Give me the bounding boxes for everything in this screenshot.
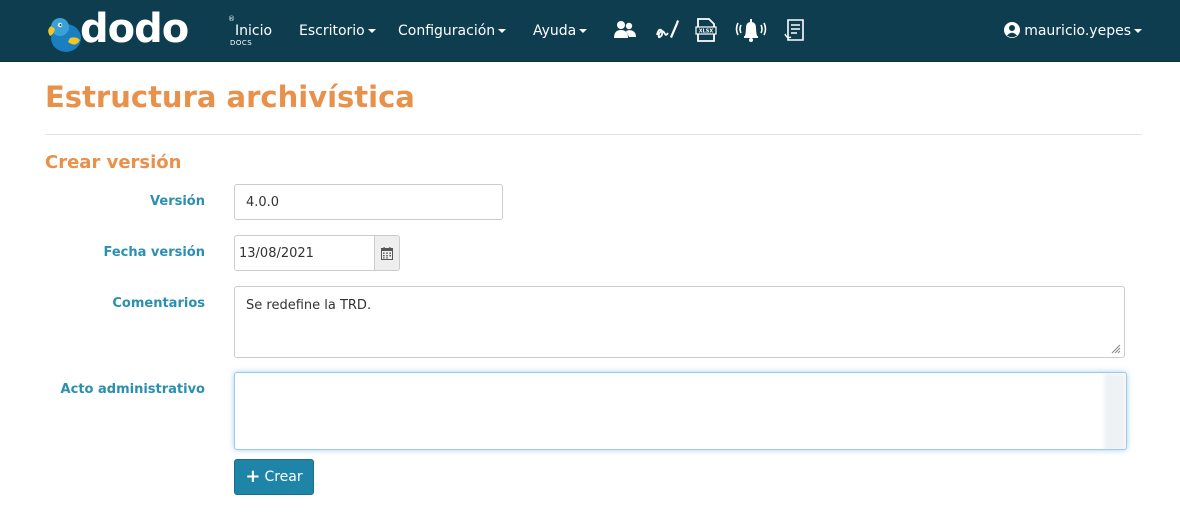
caret-down-icon bbox=[498, 29, 507, 33]
acto-administrativo-label: Acto administrativo bbox=[60, 382, 205, 397]
user-name: mauricio.yepes bbox=[1024, 23, 1131, 39]
version-label: Versión bbox=[150, 194, 205, 209]
nav-configuracion[interactable]: Configuración bbox=[398, 21, 507, 41]
brand-wordmark: dodo bbox=[80, 6, 189, 52]
xlsx-file-icon[interactable]: XLSX bbox=[693, 17, 719, 43]
calendar-button[interactable] bbox=[374, 235, 400, 271]
acto-administrativo-textarea[interactable] bbox=[234, 372, 1127, 450]
version-input[interactable] bbox=[234, 184, 503, 220]
brand-logo[interactable]: dodo ® DOCS bbox=[46, 6, 252, 52]
resize-grip-icon[interactable] bbox=[1109, 342, 1121, 354]
signature-icon[interactable] bbox=[654, 17, 680, 43]
user-menu[interactable]: mauricio.yepes bbox=[1004, 21, 1142, 41]
section-title: Crear versión bbox=[45, 152, 182, 173]
crear-button[interactable]: + Crear bbox=[234, 459, 314, 495]
caret-down-icon bbox=[1134, 29, 1142, 33]
users-icon[interactable] bbox=[612, 17, 638, 43]
caret-down-icon bbox=[579, 29, 588, 33]
fecha-version-input[interactable] bbox=[234, 235, 375, 271]
svg-text:XLSX: XLSX bbox=[699, 29, 714, 35]
nav-inicio[interactable]: Inicio bbox=[235, 21, 272, 41]
comentarios-textarea[interactable]: Se redefine la TRD. bbox=[234, 286, 1125, 358]
dodo-bird-icon bbox=[48, 18, 81, 52]
title-divider bbox=[45, 134, 1142, 135]
nav-escritorio-label: Escritorio bbox=[299, 23, 365, 39]
caret-down-icon bbox=[367, 29, 376, 33]
top-navbar: dodo ® DOCS Inicio Escritorio Configurac… bbox=[0, 0, 1180, 62]
fecha-version-label: Fecha versión bbox=[103, 245, 205, 260]
document-list-icon[interactable] bbox=[782, 17, 808, 43]
nav-inicio-label: Inicio bbox=[235, 23, 273, 39]
user-avatar-icon bbox=[1004, 22, 1021, 38]
crear-button-label: Crear bbox=[264, 469, 303, 485]
nav-ayuda[interactable]: Ayuda bbox=[533, 21, 588, 41]
brand-registered-mark: ® bbox=[228, 15, 235, 23]
nav-escritorio[interactable]: Escritorio bbox=[299, 21, 376, 41]
nav-ayuda-label: Ayuda bbox=[533, 23, 577, 39]
plus-icon: + bbox=[245, 466, 261, 487]
nav-configuracion-label: Configuración bbox=[398, 23, 496, 39]
calendar-icon bbox=[381, 246, 393, 260]
acto-scrollbar[interactable] bbox=[1104, 373, 1126, 449]
fecha-version-group bbox=[234, 235, 400, 271]
page-title: Estructura archivística bbox=[45, 80, 415, 114]
comentarios-label: Comentarios bbox=[112, 296, 205, 311]
bell-icon[interactable] bbox=[735, 17, 767, 43]
